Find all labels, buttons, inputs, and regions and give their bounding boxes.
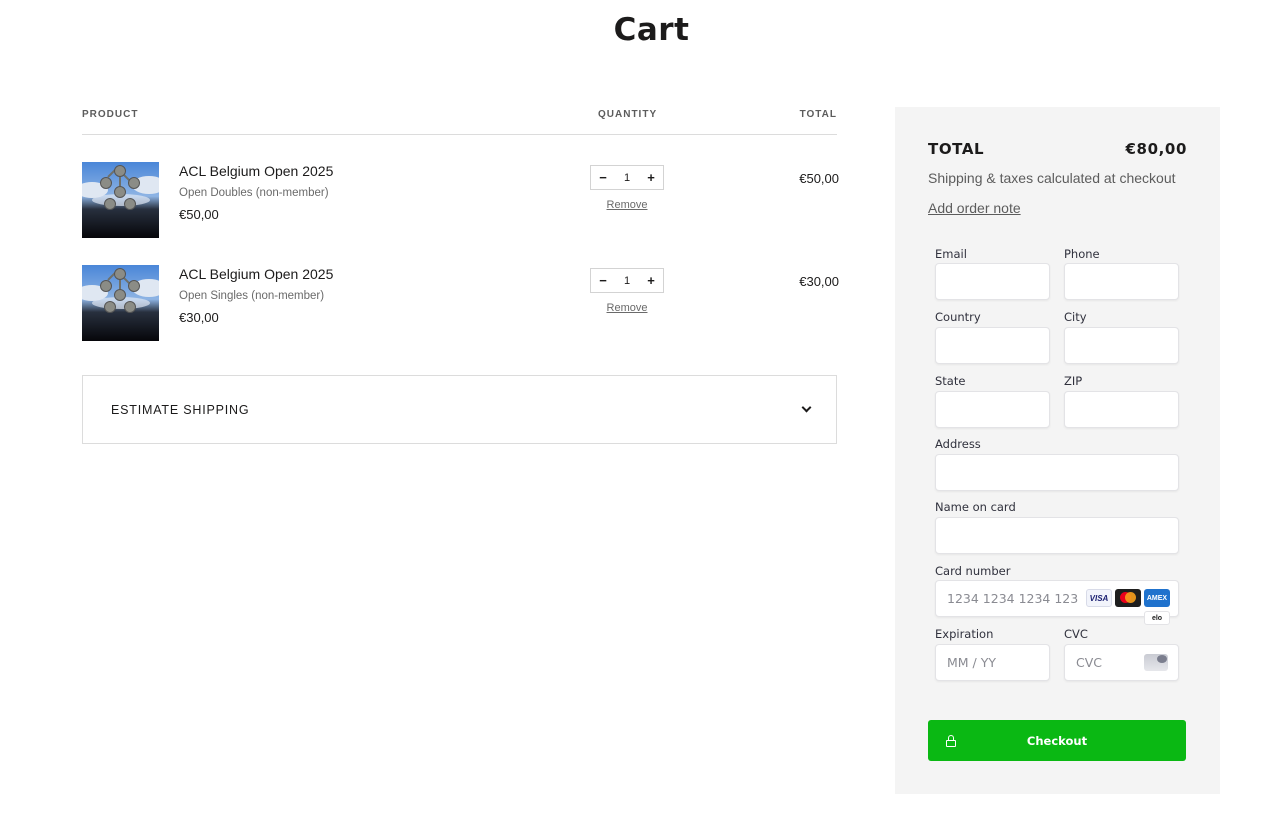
name-on-card-field[interactable] xyxy=(935,517,1179,554)
estimate-shipping-toggle[interactable]: ESTIMATE SHIPPING xyxy=(82,375,837,444)
phone-field[interactable] xyxy=(1064,263,1179,300)
remove-item-link[interactable]: Remove xyxy=(590,199,664,211)
order-summary: TOTAL €80,00 Shipping & taxes calculated… xyxy=(895,107,1220,794)
product-title[interactable]: ACL Belgium Open 2025 xyxy=(179,162,333,180)
decrease-quantity-button[interactable]: − xyxy=(591,170,615,185)
card-number-label: Card number xyxy=(935,564,1011,578)
phone-label: Phone xyxy=(1064,247,1100,261)
name-on-card-label: Name on card xyxy=(935,500,1016,514)
zip-label: ZIP xyxy=(1064,374,1083,388)
header-total: TOTAL xyxy=(799,109,837,120)
increase-quantity-button[interactable]: + xyxy=(639,170,663,185)
estimate-shipping-label: ESTIMATE SHIPPING xyxy=(111,402,250,417)
total-value: €80,00 xyxy=(1125,140,1187,158)
cart-table: PRODUCT QUANTITY TOTAL ACL Belgium Open … xyxy=(82,106,839,341)
card-brand-logos: VISA AMEX elo xyxy=(1086,589,1172,631)
zip-field[interactable] xyxy=(1064,391,1179,428)
product-price: €30,00 xyxy=(179,310,219,325)
product-thumbnail[interactable] xyxy=(82,265,159,341)
total-label: TOTAL xyxy=(928,140,985,158)
product-info: ACL Belgium Open 2025 Open Doubles (non-… xyxy=(179,162,333,222)
quantity-value[interactable]: 1 xyxy=(615,275,639,287)
product-info: ACL Belgium Open 2025 Open Singles (non-… xyxy=(179,265,333,325)
state-label: State xyxy=(935,374,966,388)
cart-item: ACL Belgium Open 2025 Open Singles (non-… xyxy=(82,265,839,343)
header-product: PRODUCT xyxy=(82,109,139,120)
visa-icon: VISA xyxy=(1086,589,1112,607)
state-field[interactable] xyxy=(935,391,1050,428)
product-thumbnail[interactable] xyxy=(82,162,159,238)
product-price: €50,00 xyxy=(179,207,219,222)
quantity-value[interactable]: 1 xyxy=(615,172,639,184)
address-field[interactable] xyxy=(935,454,1179,491)
city-field[interactable] xyxy=(1064,327,1179,364)
product-title[interactable]: ACL Belgium Open 2025 xyxy=(179,265,333,283)
product-variant: Open Singles (non-member) xyxy=(179,290,325,302)
expiration-field[interactable] xyxy=(935,644,1050,681)
increase-quantity-button[interactable]: + xyxy=(639,273,663,288)
page-title: Cart xyxy=(613,12,690,48)
amex-icon: AMEX xyxy=(1144,589,1170,607)
cvc-label: CVC xyxy=(1064,627,1088,641)
cart-table-header: PRODUCT QUANTITY TOTAL xyxy=(82,106,837,135)
country-field[interactable] xyxy=(935,327,1050,364)
product-variant: Open Doubles (non-member) xyxy=(179,187,329,199)
country-label: Country xyxy=(935,310,981,324)
line-total: €50,00 xyxy=(799,171,839,186)
checkout-label: Checkout xyxy=(1026,733,1088,748)
add-order-note-link[interactable]: Add order note xyxy=(928,200,1021,216)
quantity-stepper: − 1 + xyxy=(590,165,664,190)
expiration-label: Expiration xyxy=(935,627,994,641)
decrease-quantity-button[interactable]: − xyxy=(591,273,615,288)
email-field[interactable] xyxy=(935,263,1050,300)
shipping-taxes-note: Shipping & taxes calculated at checkout xyxy=(928,170,1176,186)
checkout-button[interactable]: Checkout xyxy=(928,720,1186,761)
mastercard-icon xyxy=(1115,589,1141,607)
chevron-down-icon xyxy=(801,402,812,413)
summary-total: TOTAL €80,00 xyxy=(928,140,1187,158)
remove-item-link[interactable]: Remove xyxy=(590,302,664,314)
cart-item: ACL Belgium Open 2025 Open Doubles (non-… xyxy=(82,162,839,240)
lock-icon xyxy=(946,735,956,747)
quantity-stepper: − 1 + xyxy=(590,268,664,293)
address-label: Address xyxy=(935,437,981,451)
cvc-card-icon xyxy=(1144,654,1168,671)
city-label: City xyxy=(1064,310,1087,324)
header-quantity: QUANTITY xyxy=(598,109,658,120)
email-label: Email xyxy=(935,247,967,261)
elo-icon: elo xyxy=(1144,611,1170,625)
line-total: €30,00 xyxy=(799,274,839,289)
